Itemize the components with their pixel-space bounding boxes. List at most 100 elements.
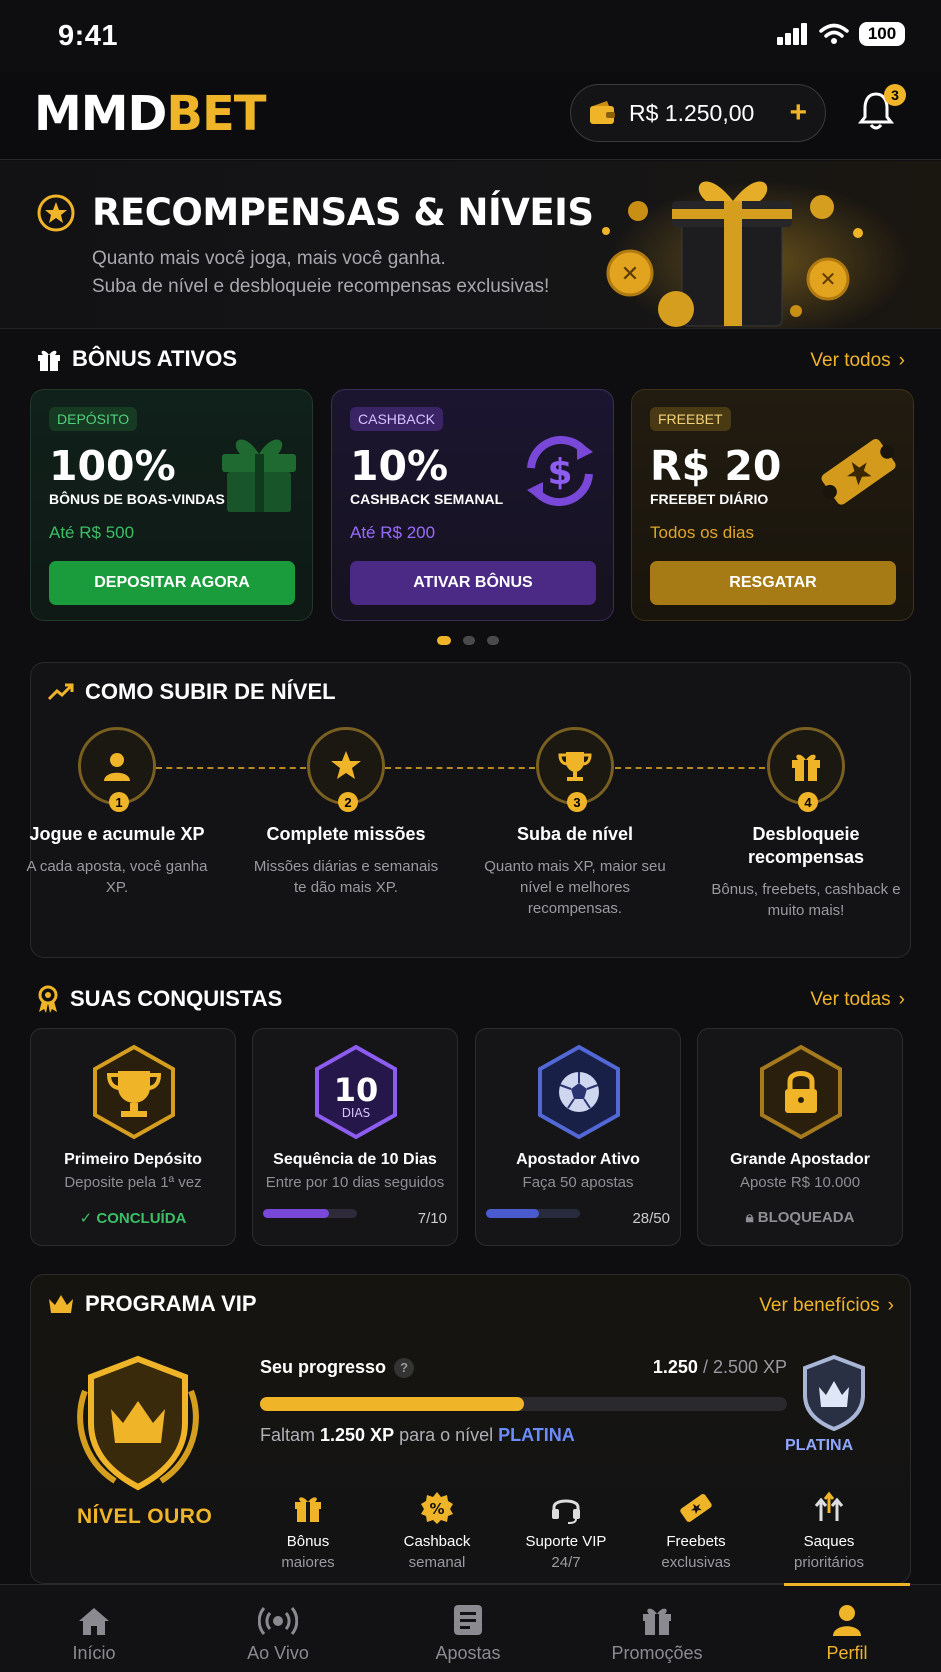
achievement-card[interactable]: Apostador Ativo Faça 50 apostas 28/50 <box>475 1028 681 1246</box>
see-all-achievements-link[interactable]: Ver todas › <box>810 989 905 1011</box>
brand-logo[interactable]: MMDBET <box>34 86 267 142</box>
svg-text:DIAS: DIAS <box>342 1106 371 1120</box>
svg-text:$: $ <box>547 452 572 493</box>
next-level-label: PLATINA <box>785 1437 854 1454</box>
headset-icon <box>501 1489 631 1527</box>
bonus-limit: Todos os dias <box>650 523 754 542</box>
achievements-title: SUAS CONQUISTAS <box>70 986 283 1011</box>
lock-badge-icon <box>752 1043 850 1141</box>
bonus-limit: Até R$ 200 <box>350 523 436 542</box>
svg-text:10: 10 <box>334 1071 379 1109</box>
progress-label: Seu progresso <box>260 1357 387 1377</box>
streak-badge-icon: 10 DIAS <box>307 1043 405 1141</box>
cashback-dollar-icon: $ <box>519 428 601 514</box>
vip-benefits-link[interactable]: Ver benefícios › <box>759 1295 894 1317</box>
achievement-card[interactable]: 10 DIAS Sequência de 10 Dias Entre por 10… <box>252 1028 458 1246</box>
carousel-dot[interactable] <box>463 636 475 645</box>
gift-icon <box>218 428 300 514</box>
svg-text:%: % <box>429 1500 444 1518</box>
level-up-title: COMO SUBIR DE NÍVEL <box>85 679 336 704</box>
gift-box-illustration: ✕ ✕ <box>596 161 941 328</box>
trophy-badge-icon <box>85 1043 183 1141</box>
benefit-item: Freebets exclusivas <box>631 1489 761 1573</box>
gold-shield-crown-icon <box>65 1351 211 1497</box>
chevron-right-icon: › <box>898 989 905 1010</box>
ticket-icon <box>631 1489 761 1527</box>
gift-icon <box>788 748 824 784</box>
status-time: 9:41 <box>58 20 119 52</box>
soccer-ball-badge-icon <box>530 1043 628 1141</box>
bonus-value: 100% <box>49 442 176 490</box>
app-screen: 9:41 100 MMDBET R$ 1.250,00 + 3 RECOMPEN… <box>0 0 941 1672</box>
bonus-tag: DEPÓSITO <box>49 407 138 431</box>
benefit-item: % Cashback semanal <box>372 1489 502 1573</box>
bonus-tag: FREEBET <box>650 407 731 431</box>
level-step: 1 Jogue e acumule XP A cada aposta, você… <box>22 727 212 898</box>
locked-status: 🔒︎ BLOQUEADA <box>745 1209 855 1226</box>
gift-icon <box>577 1585 737 1637</box>
xp-counter: 1.250 / 2.500 XP <box>652 1357 787 1377</box>
achievement-card[interactable]: Primeiro Depósito Deposite pela 1ª vez ✓… <box>30 1028 236 1246</box>
nav-profile[interactable]: Perfil <box>767 1583 927 1672</box>
live-broadcast-icon <box>198 1585 358 1637</box>
notifications-button[interactable]: 3 <box>858 84 906 134</box>
nav-live[interactable]: Ao Vivo <box>198 1585 358 1672</box>
nav-bets[interactable]: Apostas <box>388 1585 548 1672</box>
hero-subtitle-line2: Suba de nível e desbloqueie recompensas … <box>92 276 550 297</box>
crown-icon <box>47 1293 75 1315</box>
bonus-value: R$ 20 <box>650 442 782 490</box>
star-icon <box>328 748 364 784</box>
current-level-label: NÍVEL OURO <box>77 1505 213 1528</box>
rewards-hero-banner: RECOMPENSAS & NÍVEIS Quanto mais você jo… <box>0 161 941 329</box>
home-icon <box>14 1585 174 1637</box>
bonus-card-deposit[interactable]: DEPÓSITO 100% BÔNUS DE BOAS-VINDAS Até R… <box>30 389 313 621</box>
nav-home[interactable]: Início <box>14 1585 174 1672</box>
achievement-card[interactable]: Grande Apostador Aposte R$ 10.000 🔒︎ BLO… <box>697 1028 903 1246</box>
award-ribbon-icon <box>36 985 60 1013</box>
nav-promotions[interactable]: Promoções <box>577 1585 737 1672</box>
svg-text:✕: ✕ <box>820 267 837 291</box>
star-medal-icon <box>36 193 76 233</box>
activate-bonus-button[interactable]: ATIVAR BÔNUS <box>350 561 596 605</box>
add-funds-icon[interactable]: + <box>789 96 807 130</box>
level-step: 3 Suba de nível Quanto mais XP, maior se… <box>480 727 670 919</box>
wallet-balance-button[interactable]: R$ 1.250,00 + <box>570 84 826 142</box>
gift-icon <box>36 346 62 372</box>
gift-icon <box>243 1489 373 1527</box>
level-step: 4 Desbloqueie recompensas Bônus, freebet… <box>711 727 901 921</box>
deposit-now-button[interactable]: DEPOSITAR AGORA <box>49 561 295 605</box>
hero-title: RECOMPENSAS & NÍVEIS <box>92 191 594 234</box>
how-to-level-up-panel: COMO SUBIR DE NÍVEL 1 Jogue e acumule XP… <box>27 662 911 958</box>
vip-progress-bar <box>260 1397 787 1411</box>
bonus-value: 10% <box>350 442 449 490</box>
arrows-up-icon <box>764 1489 894 1527</box>
bonus-description: BÔNUS DE BOAS-VINDAS <box>49 491 225 507</box>
xp-remaining-text: Faltam 1.250 XP para o nível PLATINA <box>260 1425 575 1445</box>
bonus-card-freebet[interactable]: FREEBET R$ 20 FREEBET DIÁRIO Todos os di… <box>631 389 914 621</box>
svg-text:✕: ✕ <box>621 262 639 287</box>
help-icon[interactable]: ? <box>394 1357 415 1378</box>
achievement-progress-bar <box>486 1209 580 1218</box>
user-icon <box>767 1585 927 1637</box>
lock-icon: 🔒︎ <box>745 1209 754 1226</box>
redeem-button[interactable]: RESGATAR <box>650 561 896 605</box>
carousel-dot[interactable] <box>487 636 499 645</box>
battery-icon: 100 <box>859 22 905 46</box>
benefit-item: Suporte VIP 24/7 <box>501 1489 631 1573</box>
top-header: MMDBET R$ 1.250,00 + 3 <box>0 72 941 160</box>
see-all-bonus-link[interactable]: Ver todos › <box>810 350 905 372</box>
achievements-header: SUAS CONQUISTAS <box>36 985 282 1013</box>
bonus-card-cashback[interactable]: CASHBACK 10% CASHBACK SEMANAL Até R$ 200… <box>331 389 614 621</box>
carousel-dots[interactable] <box>437 636 499 645</box>
achievement-progress-bar <box>263 1209 357 1218</box>
bonus-description: CASHBACK SEMANAL <box>350 491 504 507</box>
wifi-icon <box>819 23 849 45</box>
carousel-dot-active[interactable] <box>437 636 451 645</box>
bonus-description: FREEBET DIÁRIO <box>650 491 769 507</box>
hero-subtitle-line1: Quanto mais você joga, mais você ganha. <box>92 248 446 269</box>
completed-status: ✓ CONCLUÍDA <box>79 1210 187 1227</box>
benefit-item: Bônus maiores <box>243 1489 373 1573</box>
bonus-limit: Até R$ 500 <box>49 523 135 542</box>
user-icon <box>100 749 134 783</box>
percent-badge-icon: % <box>372 1489 502 1527</box>
